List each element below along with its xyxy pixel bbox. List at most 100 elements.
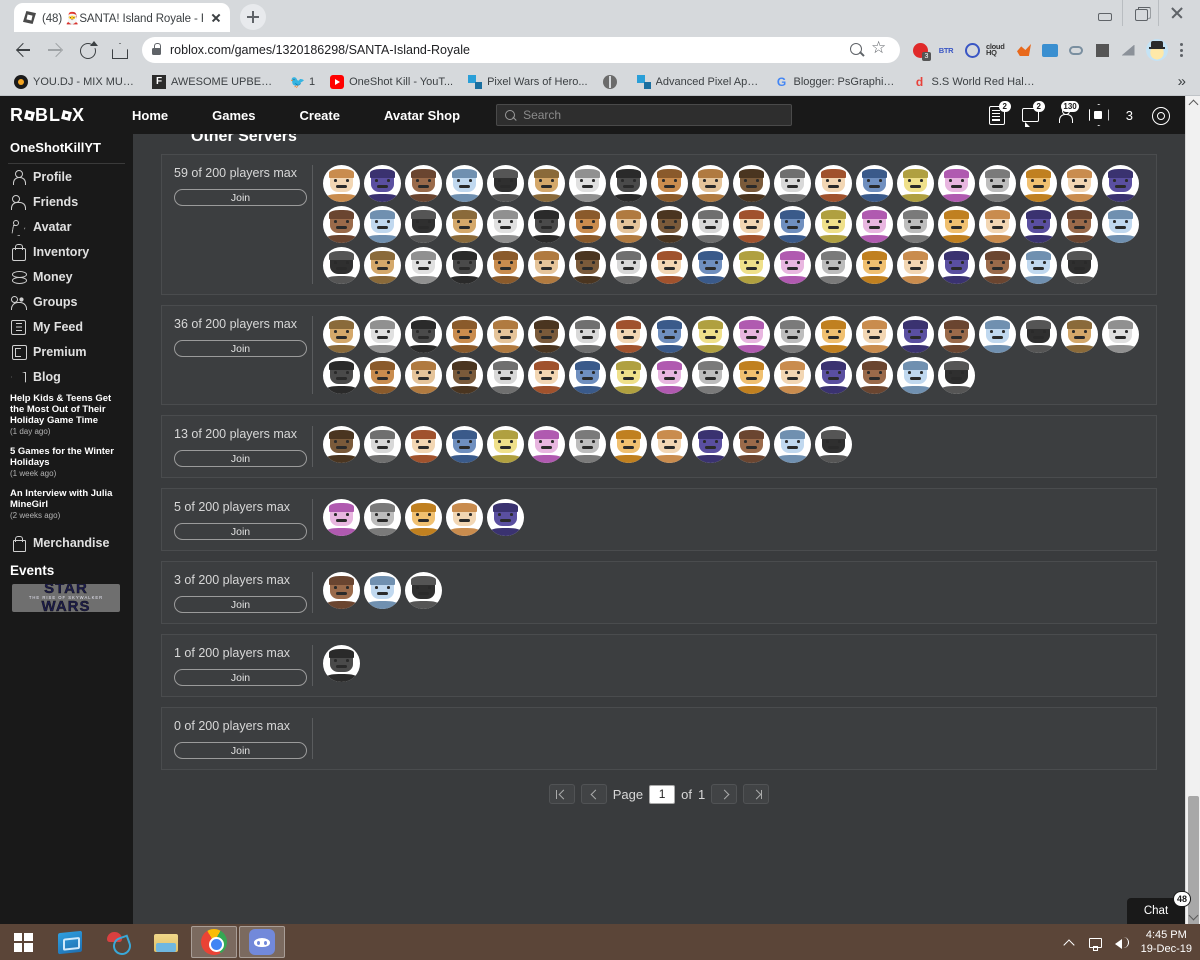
sidebar-username[interactable]: OneShotKillYT — [8, 134, 125, 164]
player-avatar[interactable] — [364, 316, 401, 353]
player-avatar[interactable] — [1020, 165, 1057, 202]
last-page-button[interactable] — [743, 784, 770, 804]
discord-icon[interactable] — [239, 926, 285, 958]
player-avatar[interactable] — [692, 357, 729, 394]
player-avatar[interactable] — [610, 206, 647, 243]
player-avatar[interactable] — [651, 247, 688, 284]
player-avatar[interactable] — [323, 206, 360, 243]
player-avatar[interactable] — [323, 426, 360, 463]
forward-button[interactable] — [40, 35, 70, 65]
sidebar-item-avatar[interactable]: Avatar — [8, 214, 125, 239]
home-icon[interactable] — [104, 35, 134, 65]
player-avatar[interactable] — [692, 247, 729, 284]
nav-link-create[interactable]: Create — [278, 108, 362, 123]
nav-link-home[interactable]: Home — [110, 108, 190, 123]
player-avatar[interactable] — [1061, 165, 1098, 202]
player-avatar[interactable] — [856, 247, 893, 284]
player-avatar[interactable] — [815, 426, 852, 463]
player-avatar[interactable] — [1061, 316, 1098, 353]
chat-widget[interactable]: Chat 48 — [1127, 891, 1191, 924]
page-input[interactable]: 1 — [649, 784, 676, 804]
player-avatar[interactable] — [528, 247, 565, 284]
player-avatar[interactable] — [856, 206, 893, 243]
player-avatar[interactable] — [487, 206, 524, 243]
roblox-logo[interactable]: R BL X — [0, 105, 110, 126]
player-avatar[interactable] — [528, 357, 565, 394]
player-avatar[interactable] — [774, 247, 811, 284]
scroll-up-icon[interactable] — [1186, 96, 1200, 111]
snipping-tool-icon[interactable] — [95, 926, 141, 958]
player-avatar[interactable] — [733, 247, 770, 284]
adblock-icon[interactable]: 3 — [908, 37, 932, 63]
impala-icon[interactable] — [1012, 37, 1036, 63]
player-avatar[interactable] — [405, 499, 442, 536]
player-avatar[interactable] — [815, 357, 852, 394]
player-avatar[interactable] — [733, 426, 770, 463]
player-avatar[interactable] — [487, 426, 524, 463]
bookmark-item[interactable]: 🐦 1 — [284, 73, 321, 91]
cloudhq-icon[interactable]: cloud HQ — [986, 37, 1010, 63]
player-avatar[interactable] — [364, 206, 401, 243]
player-avatar[interactable] — [938, 357, 975, 394]
player-avatar[interactable] — [1061, 206, 1098, 243]
next-page-button[interactable] — [711, 784, 738, 804]
player-avatar[interactable] — [733, 206, 770, 243]
qr-icon[interactable] — [1090, 37, 1114, 63]
address-bar[interactable]: roblox.com/games/1320186298/SANTA-Island… — [142, 37, 900, 63]
player-avatar[interactable] — [569, 206, 606, 243]
link-icon[interactable] — [1064, 37, 1088, 63]
player-avatar[interactable] — [364, 426, 401, 463]
player-avatar[interactable] — [446, 206, 483, 243]
player-avatar[interactable] — [733, 357, 770, 394]
player-avatar[interactable] — [815, 316, 852, 353]
new-tab-button[interactable] — [240, 4, 266, 30]
player-avatar[interactable] — [364, 165, 401, 202]
block-icon[interactable] — [960, 37, 984, 63]
signal-icon[interactable] — [1116, 37, 1140, 63]
player-avatar[interactable] — [610, 316, 647, 353]
player-avatar[interactable] — [323, 645, 360, 682]
join-button[interactable]: Join — [174, 523, 307, 540]
player-avatar[interactable] — [610, 357, 647, 394]
screenshot-icon[interactable] — [1038, 37, 1062, 63]
player-avatar[interactable] — [487, 165, 524, 202]
player-avatar[interactable] — [979, 165, 1016, 202]
bookmark-item[interactable]: Advanced Pixel Apo... — [631, 73, 766, 91]
player-avatar[interactable] — [1020, 247, 1057, 284]
player-avatar[interactable] — [897, 247, 934, 284]
avatar[interactable] — [1146, 39, 1168, 61]
sidebar-item-profile[interactable]: Profile — [8, 164, 125, 189]
player-avatar[interactable] — [405, 426, 442, 463]
player-avatar[interactable] — [774, 316, 811, 353]
close-icon[interactable] — [208, 10, 224, 26]
bookmark-item[interactable]: Pixel Wars of Hero... — [462, 73, 593, 91]
btr-icon[interactable]: BTR — [934, 37, 958, 63]
player-avatar[interactable] — [446, 165, 483, 202]
player-avatar[interactable] — [610, 165, 647, 202]
join-button[interactable]: Join — [174, 669, 307, 686]
volume-icon[interactable] — [1113, 934, 1130, 951]
player-avatar[interactable] — [979, 247, 1016, 284]
player-avatar[interactable] — [323, 247, 360, 284]
sidebar-item-groups[interactable]: Groups — [8, 289, 125, 314]
player-avatar[interactable] — [938, 206, 975, 243]
bookmark-item[interactable] — [597, 73, 628, 91]
show-hidden-icons-icon[interactable] — [1061, 934, 1078, 951]
sidebar-item-inventory[interactable]: Inventory — [8, 239, 125, 264]
player-avatar[interactable] — [938, 316, 975, 353]
player-avatar[interactable] — [897, 357, 934, 394]
player-avatar[interactable] — [774, 165, 811, 202]
chrome-menu-button[interactable] — [1170, 37, 1192, 63]
player-avatar[interactable] — [1102, 316, 1139, 353]
player-avatar[interactable] — [528, 316, 565, 353]
search-input[interactable]: Search — [496, 104, 793, 126]
start-icon[interactable] — [0, 924, 46, 960]
player-avatar[interactable] — [651, 316, 688, 353]
sidebar-item-merchandise[interactable]: Merchandise — [8, 530, 125, 555]
join-button[interactable]: Join — [174, 596, 307, 613]
player-avatar[interactable] — [856, 316, 893, 353]
minimize-button[interactable] — [1086, 0, 1122, 26]
window-close-button[interactable] — [1158, 0, 1194, 26]
player-avatar[interactable] — [569, 357, 606, 394]
nav-link-games[interactable]: Games — [190, 108, 277, 123]
